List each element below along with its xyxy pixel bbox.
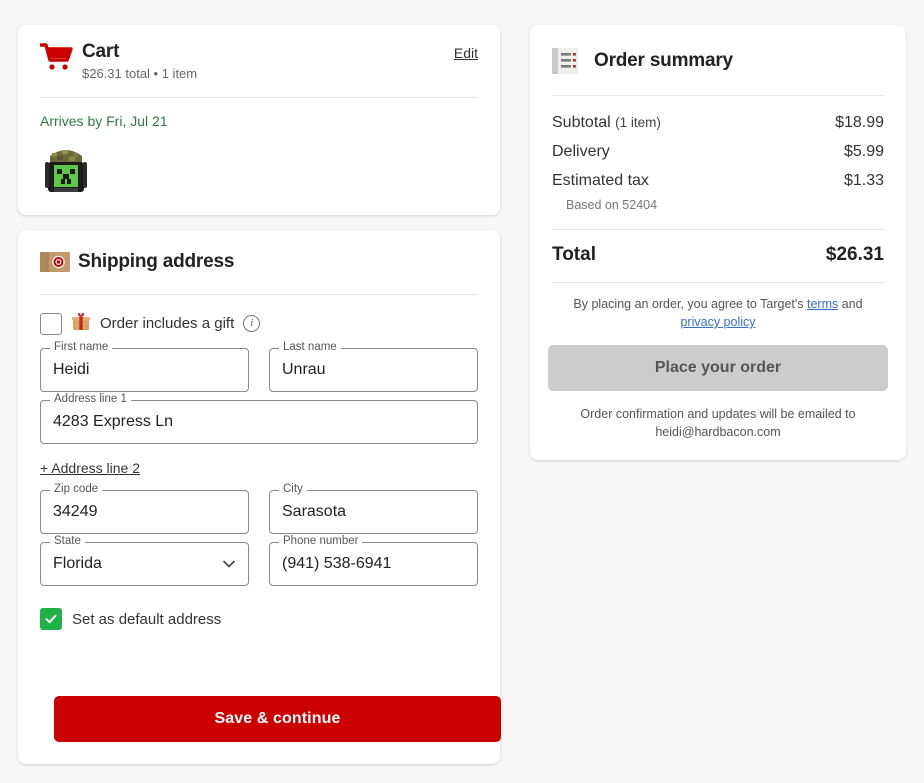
- subtotal-quantity: (1 item): [615, 115, 661, 130]
- first-name-field[interactable]: Heidi First name: [40, 340, 249, 392]
- phone-number-field[interactable]: (941) 538-6941 Phone number: [269, 534, 478, 586]
- terms-mid: and: [838, 297, 863, 311]
- last-name-field[interactable]: Unrau Last name: [269, 340, 478, 392]
- summary-row-estimated-tax: Estimated tax $1.33: [552, 166, 884, 195]
- terms-link[interactable]: terms: [807, 297, 838, 311]
- estimated-tax-note: Based on 52404: [566, 198, 658, 212]
- address-line-1-value: 4283 Express Ln: [53, 413, 174, 430]
- estimated-tax-amount: $1.33: [843, 172, 884, 189]
- delivery-label: Delivery: [552, 143, 610, 160]
- state-phone-row: Florida State (941) 538-6941 Phone numbe…: [40, 534, 478, 586]
- address-line-1-field[interactable]: 4283 Express Ln Address line 1: [40, 392, 478, 444]
- default-address-row: Set as default address: [18, 594, 500, 630]
- shipping-header: Shipping address: [18, 230, 500, 274]
- first-name-value: Heidi: [53, 361, 90, 378]
- chevron-down-icon: [222, 557, 236, 571]
- delivery-amount: $5.99: [843, 143, 884, 160]
- gift-option-row: Order includes a gift i: [18, 295, 500, 336]
- save-and-continue-button[interactable]: Save & continue: [54, 696, 501, 742]
- state-value: Florida: [53, 555, 102, 572]
- gift-info-icon[interactable]: i: [243, 315, 261, 332]
- terms-text: By placing an order, you agree to Target…: [530, 283, 906, 331]
- shipping-address-card: Shipping address Order includes a gift i: [18, 230, 501, 764]
- summary-lines: Subtotal (1 item) $18.99 Delivery $5.99 …: [530, 96, 906, 215]
- receipt-list-icon: [552, 47, 594, 75]
- terms-prefix: By placing an order, you agree to Target…: [573, 297, 807, 311]
- last-name-value: Unrau: [282, 361, 326, 378]
- address1-row: 4283 Express Ln Address line 1: [40, 392, 478, 444]
- cart-title: Cart: [82, 41, 120, 62]
- gift-icon: [71, 311, 91, 336]
- zip-code-value: 34249: [53, 503, 98, 520]
- order-summary-header: Order summary: [530, 25, 906, 75]
- order-summary-title: Order summary: [594, 50, 733, 71]
- cart-card: Cart $26.31 total • 1 item Edit Arrives …: [18, 25, 500, 215]
- add-address-line-2-link[interactable]: + Address line 2: [40, 460, 140, 476]
- summary-row-subtotal: Subtotal (1 item) $18.99: [552, 108, 884, 137]
- phone-number-value: (941) 538-6941: [282, 555, 392, 572]
- shipping-form: Heidi First name Unrau Last name 4283 Ex…: [18, 336, 500, 586]
- shipping-title: Shipping address: [78, 251, 235, 272]
- city-value: Sarasota: [282, 503, 347, 520]
- cart-item-thumbnail-row: [18, 130, 500, 205]
- subtotal-label: Subtotal: [552, 114, 611, 131]
- product-thumbnail-minecraft-backpack[interactable]: [40, 140, 92, 200]
- order-summary-card: Order summary Subtotal (1 item) $18.99 D…: [530, 25, 906, 460]
- place-your-order-button[interactable]: Place your order: [548, 345, 888, 391]
- cart-header: Cart $26.31 total • 1 item Edit: [18, 25, 500, 83]
- gift-label: Order includes a gift: [100, 315, 235, 332]
- default-address-checkbox[interactable]: [40, 608, 62, 630]
- total-amount: $26.31: [825, 244, 884, 265]
- cart-title-block: Cart $26.31 total • 1 item: [82, 41, 454, 83]
- cart-subtitle: $26.31 total • 1 item: [82, 66, 198, 81]
- subtotal-amount: $18.99: [835, 114, 884, 131]
- summary-row-delivery: Delivery $5.99: [552, 137, 884, 166]
- check-icon: [45, 614, 57, 624]
- default-address-label: Set as default address: [72, 610, 222, 628]
- privacy-policy-link[interactable]: privacy policy: [680, 315, 755, 329]
- zip-city-row: 34249 Zip code Sarasota City: [40, 482, 478, 534]
- estimated-tax-label: Estimated tax: [552, 172, 649, 189]
- cart-edit-link[interactable]: Edit: [454, 41, 478, 61]
- zip-code-field[interactable]: 34249 Zip code: [40, 482, 249, 534]
- city-field[interactable]: Sarasota City: [269, 482, 478, 534]
- state-select-field[interactable]: Florida State: [40, 534, 249, 586]
- summary-total-row: Total $26.31: [530, 230, 906, 266]
- order-confirmation-note: Order confirmation and updates will be e…: [580, 407, 856, 439]
- checkout-page: Cart $26.31 total • 1 item Edit Arrives …: [0, 0, 924, 783]
- shopping-cart-icon: [39, 41, 82, 76]
- name-row: Heidi First name Unrau Last name: [40, 340, 478, 392]
- cart-arrival-date: Arrives by Fri, Jul 21: [40, 113, 168, 129]
- total-label: Total: [552, 244, 596, 265]
- package-box-target-icon: [40, 250, 78, 274]
- gift-checkbox[interactable]: [40, 312, 62, 335]
